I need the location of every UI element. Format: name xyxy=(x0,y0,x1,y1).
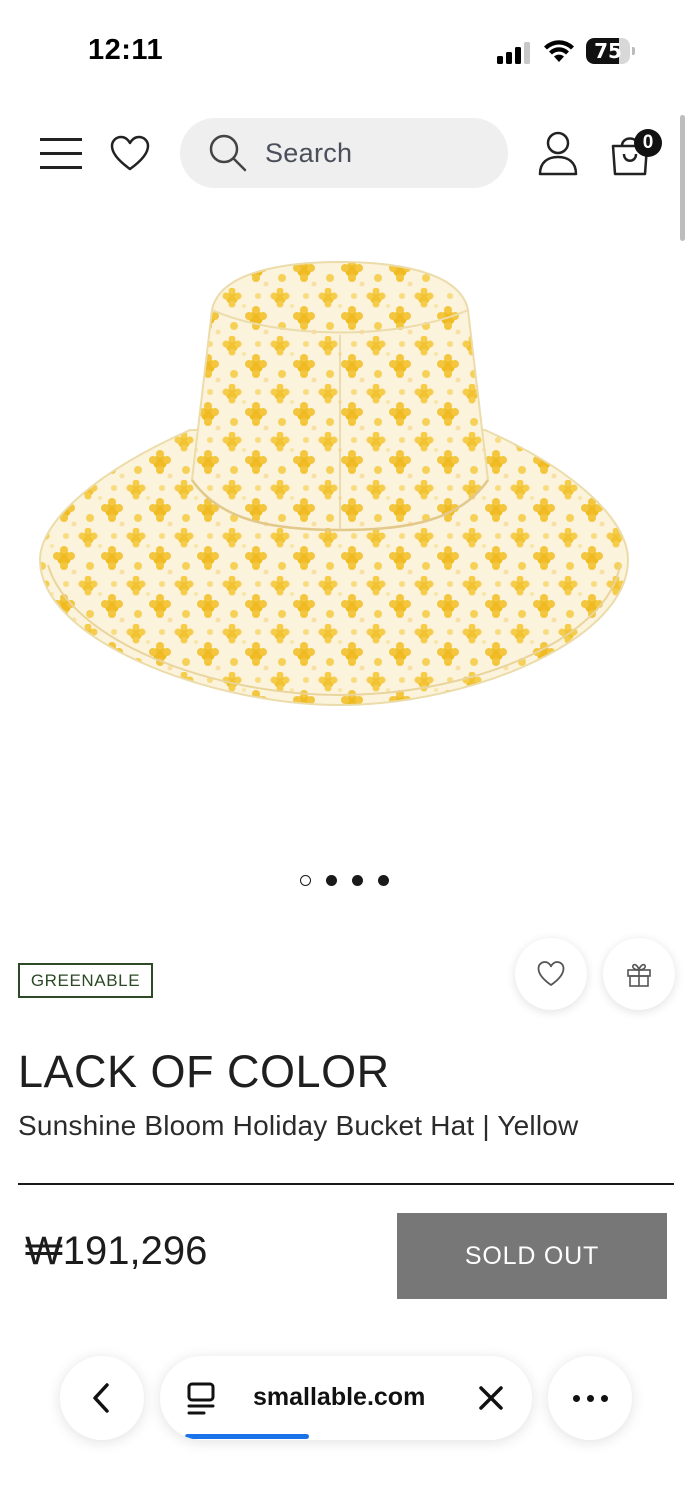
cellular-signal-icon xyxy=(497,42,530,64)
search-icon xyxy=(209,134,247,172)
product-title: Sunshine Bloom Holiday Bucket Hat | Yell… xyxy=(18,1110,579,1141)
carousel-dot[interactable] xyxy=(352,875,363,886)
more-options-button[interactable] xyxy=(548,1356,632,1440)
search-input[interactable]: Search xyxy=(180,118,508,188)
gift-button[interactable] xyxy=(603,938,675,1010)
carousel-dot[interactable] xyxy=(378,875,389,886)
account-user-icon[interactable] xyxy=(537,130,579,176)
image-carousel-dots[interactable] xyxy=(300,875,400,889)
site-header: Search xyxy=(0,110,692,200)
chevron-left-icon xyxy=(93,1383,109,1413)
divider xyxy=(18,1183,674,1185)
status-time: 12:11 xyxy=(88,34,164,66)
status-bar: 12:11 75 xyxy=(0,0,692,100)
page-load-progress xyxy=(185,1434,309,1439)
cart-count-badge: 0 xyxy=(634,129,662,157)
product-image-bucket-hat[interactable] xyxy=(30,240,650,720)
hamburger-menu-icon[interactable] xyxy=(40,136,82,170)
battery-percent: 75 xyxy=(594,39,622,63)
greenable-badge: GREENABLE xyxy=(18,963,153,998)
close-icon[interactable] xyxy=(478,1385,504,1411)
browser-url-text[interactable]: smallable.com xyxy=(253,1383,425,1412)
search-placeholder: Search xyxy=(265,138,353,168)
product-price: ₩191,296 xyxy=(25,1229,208,1273)
browser-back-button[interactable] xyxy=(60,1356,144,1440)
heart-icon xyxy=(537,961,565,986)
battery-indicator: 75 xyxy=(586,38,635,64)
gift-icon xyxy=(627,963,651,987)
carousel-dot[interactable] xyxy=(326,875,337,886)
sold-out-button[interactable]: SOLD OUT xyxy=(397,1213,667,1299)
tab-overview-icon xyxy=(187,1382,215,1415)
wifi-icon xyxy=(544,40,574,62)
add-to-wishlist-button[interactable] xyxy=(515,938,587,1010)
wishlist-heart-icon[interactable] xyxy=(110,134,150,174)
carousel-dot[interactable] xyxy=(300,875,311,886)
browser-address-bar[interactable]: smallable.com xyxy=(160,1356,532,1440)
brand-name[interactable]: LACK OF COLOR xyxy=(18,1046,390,1098)
page-scrollbar[interactable] xyxy=(680,115,685,241)
